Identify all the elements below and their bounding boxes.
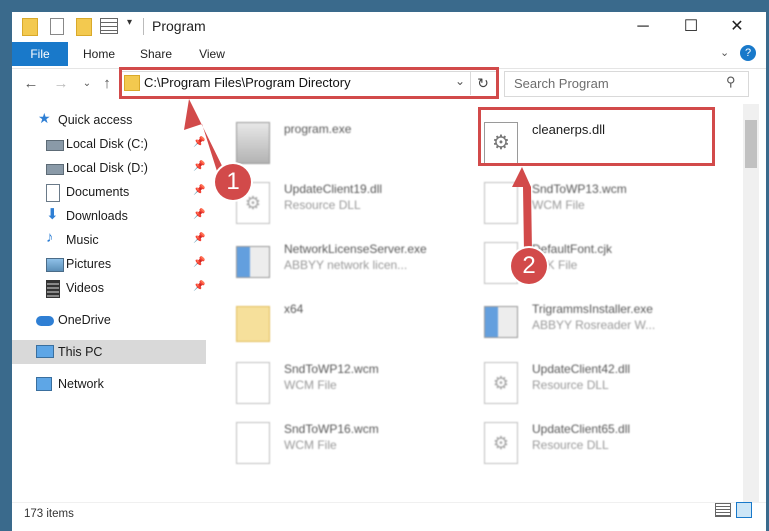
annotation-arrows [184,99,532,252]
step-badge-1: 1 [215,164,251,200]
step-badge-2: 2 [511,248,547,284]
arrow-2 [512,167,532,252]
explorer-window: ▾ Program ─ ☐ ✕ File Home Share View ⌄ ?… [12,12,766,531]
